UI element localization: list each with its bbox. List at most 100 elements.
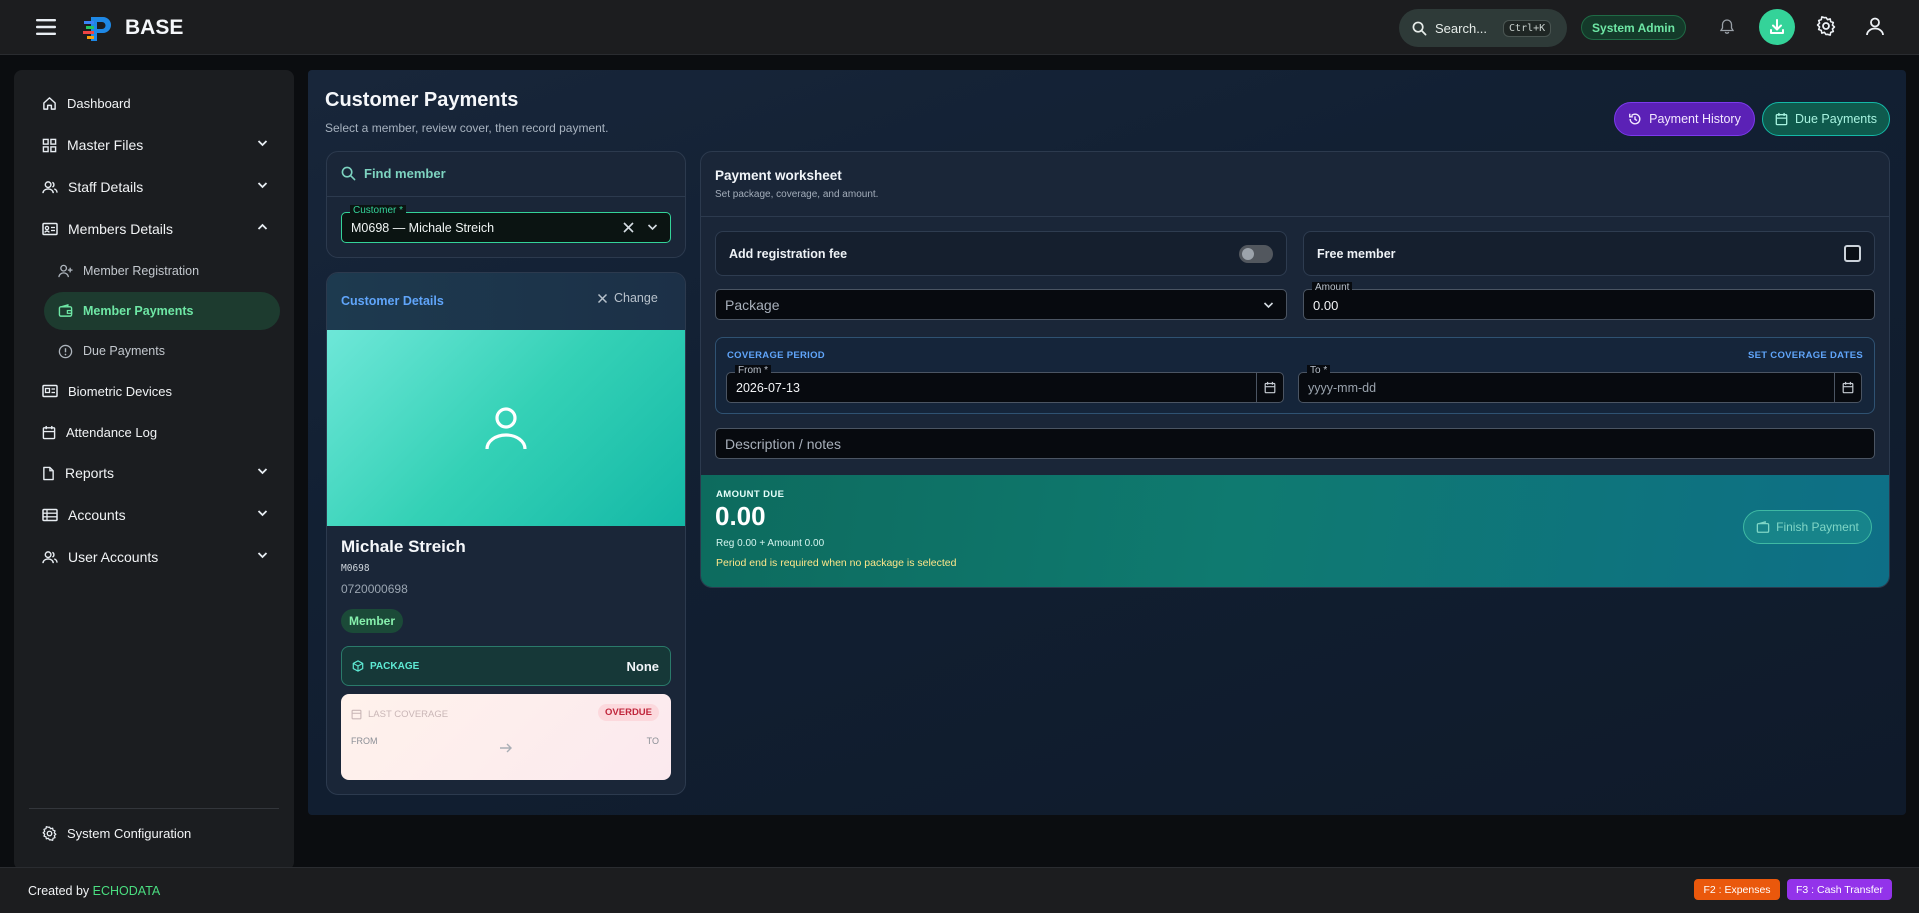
gear-icon[interactable] — [1814, 14, 1838, 38]
find-member-label: Find member — [364, 166, 446, 181]
sidebar: Dashboard Master Files Staff Details Mem… — [14, 70, 294, 870]
due-payments-button[interactable]: Due Payments — [1762, 102, 1890, 136]
notes-field[interactable]: Description / notes — [715, 428, 1875, 459]
chevron-down-icon[interactable] — [647, 223, 658, 231]
chevron-down-icon — [257, 551, 268, 559]
home-icon — [42, 96, 57, 111]
calendar-icon — [42, 425, 56, 440]
search-button[interactable]: Search... Ctrl+K — [1399, 9, 1567, 47]
calendar-icon[interactable] — [1834, 373, 1861, 402]
search-shortcut: Ctrl+K — [1503, 19, 1552, 37]
toggle-knob — [1242, 248, 1254, 260]
free-member-checkbox[interactable] — [1844, 245, 1861, 262]
sidebar-item-label: Members Details — [68, 221, 174, 237]
ledger-icon — [42, 508, 58, 522]
sidebar-item-label: Dashboard — [67, 95, 131, 111]
customer-select[interactable]: Customer * M0698 — Michale Streich — [341, 205, 671, 243]
registration-fee-row: Add registration fee — [715, 231, 1287, 276]
sidebar-item-master-files[interactable]: Master Files — [24, 126, 282, 164]
sidebar-item-attendance-log[interactable]: Attendance Log — [24, 413, 282, 451]
close-icon — [597, 293, 608, 304]
customer-field-label: Customer * — [350, 205, 407, 216]
avatar — [327, 330, 685, 526]
chevron-down-icon — [257, 181, 268, 189]
users-icon — [42, 180, 58, 195]
box-icon — [352, 660, 364, 672]
coverage-period-label: COVERAGE PERIOD — [727, 350, 825, 361]
footer-credit: Created by ECHODATA — [28, 884, 160, 898]
sidebar-item-label: Member Registration — [83, 264, 200, 278]
last-coverage-text: LAST COVERAGE — [368, 708, 449, 720]
find-member-title: Find member — [341, 166, 446, 181]
users-icon — [42, 550, 58, 565]
amount-field[interactable]: Amount 0.00 — [1303, 282, 1875, 320]
find-member-card: Find member Customer * M0698 — Michale S… — [326, 151, 686, 258]
grid-icon — [42, 138, 57, 153]
sidebar-item-system-configuration[interactable]: System Configuration — [24, 814, 282, 852]
last-coverage-label: LAST COVERAGE — [351, 708, 448, 720]
sidebar-item-biometric-devices[interactable]: Biometric Devices — [24, 372, 282, 410]
sidebar-item-accounts[interactable]: Accounts — [24, 496, 282, 534]
sidebar-item-user-accounts[interactable]: User Accounts — [24, 538, 282, 576]
calendar-icon — [1775, 112, 1788, 126]
from-date-label: From * — [735, 365, 771, 376]
clear-icon[interactable] — [622, 221, 635, 234]
page-title: Customer Payments — [325, 89, 519, 111]
cash-transfer-shortcut-button[interactable]: F3 : Cash Transfer — [1787, 879, 1892, 900]
search-label: Search... — [1435, 20, 1488, 36]
to-date-placeholder: yyyy-mm-dd — [1308, 381, 1377, 395]
package-placeholder: Package — [725, 297, 780, 313]
change-customer-button[interactable]: Change — [597, 291, 658, 305]
chevron-down-icon — [1263, 301, 1274, 309]
fingerprint-card-icon — [42, 384, 58, 398]
registration-fee-toggle[interactable] — [1239, 245, 1273, 263]
sidebar-item-label: User Accounts — [68, 549, 159, 565]
gear-icon — [42, 825, 57, 841]
amount-breakdown: Reg 0.00 + Amount 0.00 — [716, 538, 825, 549]
user-icon[interactable] — [1863, 14, 1887, 38]
divider — [327, 196, 685, 197]
member-code: M0698 — [341, 563, 370, 574]
logo[interactable] — [81, 13, 115, 43]
sidebar-item-label: Attendance Log — [66, 424, 158, 440]
search-icon — [341, 166, 356, 181]
alert-circle-icon — [58, 344, 73, 359]
credit-prefix: Created by — [28, 884, 90, 898]
role-badge[interactable]: System Admin — [1581, 15, 1686, 40]
sidebar-item-member-registration[interactable]: Member Registration — [44, 253, 294, 289]
amount-due-panel: AMOUNT DUE 0.00 Reg 0.00 + Amount 0.00 P… — [701, 475, 1889, 587]
sidebar-item-members-details[interactable]: Members Details — [24, 210, 282, 248]
from-date-field[interactable]: From * 2026-07-13 — [726, 365, 1284, 403]
coverage-period-section: COVERAGE PERIOD SET COVERAGE DATES From … — [715, 337, 1875, 414]
sidebar-item-label: Reports — [65, 465, 115, 481]
package-select[interactable]: Package — [715, 289, 1287, 320]
download-icon[interactable] — [1759, 9, 1795, 45]
set-coverage-dates-link[interactable]: SET COVERAGE DATES — [1748, 350, 1863, 361]
sidebar-item-member-payments[interactable]: Member Payments — [44, 292, 280, 330]
finish-payment-button[interactable]: Finish Payment — [1743, 510, 1872, 544]
sidebar-item-label: Member Payments — [83, 304, 194, 318]
sidebar-divider — [29, 808, 279, 809]
sidebar-item-staff-details[interactable]: Staff Details — [24, 168, 282, 206]
sidebar-item-due-payments[interactable]: Due Payments — [44, 333, 294, 369]
chevron-down-icon — [257, 509, 268, 517]
sidebar-item-dashboard[interactable]: Dashboard — [24, 84, 282, 122]
calendar-icon[interactable] — [1256, 373, 1283, 402]
expenses-shortcut-button[interactable]: F2 : Expenses — [1694, 879, 1780, 900]
payment-history-button[interactable]: Payment History — [1614, 102, 1755, 136]
to-date-field[interactable]: To * yyyy-mm-dd — [1298, 365, 1862, 403]
customer-details-card: Customer Details Change Michale Streich … — [326, 272, 686, 795]
credit-brand-link[interactable]: ECHODATA — [93, 884, 161, 898]
menu-icon[interactable] — [34, 16, 58, 38]
divider — [701, 216, 1889, 217]
history-icon — [1628, 112, 1642, 126]
arrow-right-icon — [499, 742, 513, 754]
change-label: Change — [614, 291, 658, 305]
bell-icon[interactable] — [1716, 16, 1738, 38]
footer: Created by ECHODATA F2 : Expenses F3 : C… — [0, 867, 1919, 913]
amount-label: Amount — [1312, 282, 1353, 293]
sidebar-item-reports[interactable]: Reports — [24, 454, 282, 492]
member-type-badge: Member — [341, 609, 404, 633]
amount-due-label: AMOUNT DUE — [716, 489, 785, 500]
user-avatar-icon — [482, 405, 530, 451]
